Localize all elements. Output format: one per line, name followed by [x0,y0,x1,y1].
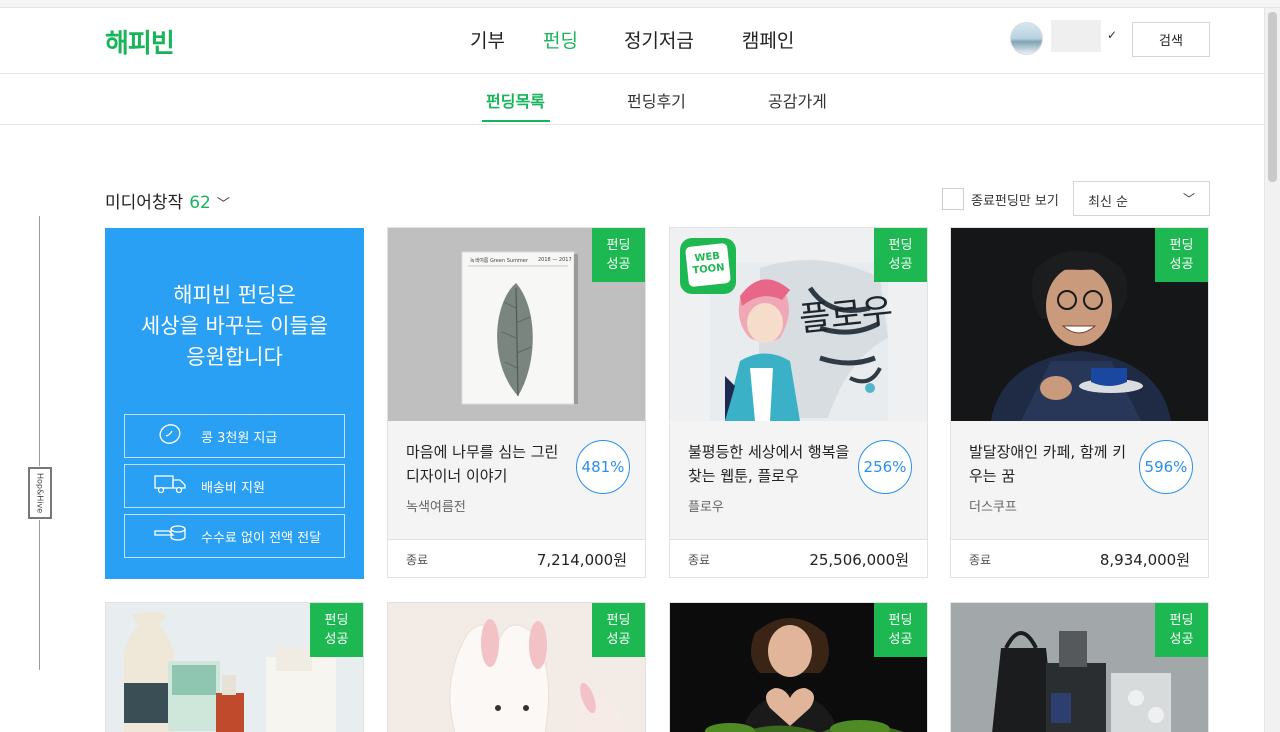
card-footer: 종료 8,934,000원 [951,539,1208,577]
funding-card[interactable]: 펀딩 성공 [950,602,1209,732]
sub-nav: 펀딩목록 펀딩후기 공감가게 [0,75,1264,125]
category-count: 62 [189,193,211,213]
card-status: 종료 [688,553,711,567]
active-tab-underline [482,120,550,122]
scrollbar-thumb[interactable] [1268,12,1277,182]
promo-card: 해피빈 펀딩은 세상을 바꾸는 이들을 응원합니다 콩 3천원 지급 배송비 지… [105,228,364,579]
funding-success-badge: 펀딩 성공 [874,603,927,657]
nav-funding[interactable]: 펀딩 [543,26,578,53]
tab-funding-reviews[interactable]: 펀딩후기 [627,88,686,112]
side-floating-tab[interactable]: Hop&Hive [28,467,52,519]
ended-only-checkbox[interactable] [942,188,964,210]
category-selector[interactable]: 미디어창작 62 ﹀ [105,188,230,213]
card-footer: 종료 7,214,000원 [388,539,645,577]
funding-success-badge: 펀딩 성공 [592,228,645,282]
bean-icon [151,422,189,451]
card-amount: 25,506,000원 [809,551,909,569]
benefit-item: 콩 3천원 지급 [124,414,345,458]
username-redacted[interactable] [1051,20,1101,52]
funding-card[interactable]: 펀딩 성공 [387,602,646,732]
card-footer: 종료 25,506,000원 [670,539,927,577]
funding-success-badge: 펀딩 성공 [1155,603,1208,657]
ended-only-label[interactable]: 종료펀딩만 보기 [971,190,1059,209]
achievement-percent: 596% [1139,440,1193,494]
promo-headline: 해피빈 펀딩은 세상을 바꾸는 이들을 응원합니다 [140,283,329,369]
funding-card[interactable]: 플로우 WEB TOON 펀딩 성공 불평등한 세상에서 행복을 찾는 웹툰, 플로… [669,227,928,578]
happybean-logo[interactable]: 해피빈 [105,23,175,60]
nav-savings[interactable]: 정기저금 [624,26,694,53]
tab-empathy-store[interactable]: 공감가게 [768,88,827,112]
tab-funding-list[interactable]: 펀딩목록 [486,88,545,112]
sort-value: 최신 순 [1088,195,1129,210]
user-menu-check-icon[interactable]: ✓ [1107,28,1117,42]
card-amount: 8,934,000원 [1099,551,1190,569]
card-organization: 플로우 [688,500,724,515]
card-status: 종료 [969,553,992,567]
card-title[interactable]: 발달장애인 카페, 함께 키우는 꿈 [969,440,1134,488]
card-title[interactable]: 마음에 나무를 심는 그린 디자이너 이야기 [406,440,571,488]
page-scrollbar[interactable] [1264,8,1280,732]
achievement-percent: 481% [576,440,630,494]
search-button[interactable]: 검색 [1132,22,1210,57]
site-header: 해피빈 기부 펀딩 정기저금 캠페인 ✓ 검색 [0,8,1264,74]
side-rail-line [39,216,40,466]
funding-card[interactable]: 펀딩 성공 발달장애인 카페, 함께 키우는 꿈 더스쿠프 596% 종료 8,9… [950,227,1209,578]
benefit-item: 배송비 지원 [124,464,345,508]
sort-select[interactable]: 최신 순 ﹀ [1073,181,1210,216]
achievement-percent: 256% [858,440,912,494]
card-amount: 7,214,000원 [536,551,627,569]
funding-card[interactable]: 펀딩 성공 [105,602,364,732]
browser-top-strip [0,0,1280,8]
category-name: 미디어창작 [105,193,184,213]
funding-card[interactable]: 녹색여름 Green Summer 2018 — 2017 펀딩 성공 마음에 나… [387,227,646,578]
card-title[interactable]: 불평등한 세상에서 행복을 찾는 웹툰, 플로우 [688,440,853,488]
main-nav: 기부 펀딩 정기저금 캠페인 [470,26,794,53]
coins-icon [151,523,189,550]
user-avatar[interactable] [1010,22,1043,55]
webtoon-logo: WEB TOON [680,238,736,294]
funding-success-badge: 펀딩 성공 [1155,228,1208,282]
nav-campaign[interactable]: 캠페인 [742,26,794,53]
chevron-down-icon: ﹀ [1182,192,1195,206]
chevron-down-icon: ﹀ [216,197,230,212]
truck-icon [151,473,189,500]
funding-card[interactable]: 펀딩 성공 [669,602,928,732]
card-organization: 더스쿠프 [969,500,1017,515]
nav-donate[interactable]: 기부 [470,26,505,53]
benefit-item: 수수료 없이 전액 전달 [124,514,345,558]
card-status: 종료 [406,553,429,567]
funding-success-badge: 펀딩 성공 [592,603,645,657]
funding-success-badge: 펀딩 성공 [874,228,927,282]
side-rail-line [39,520,40,670]
card-organization: 녹색여름전 [406,500,466,515]
funding-success-badge: 펀딩 성공 [310,603,363,657]
